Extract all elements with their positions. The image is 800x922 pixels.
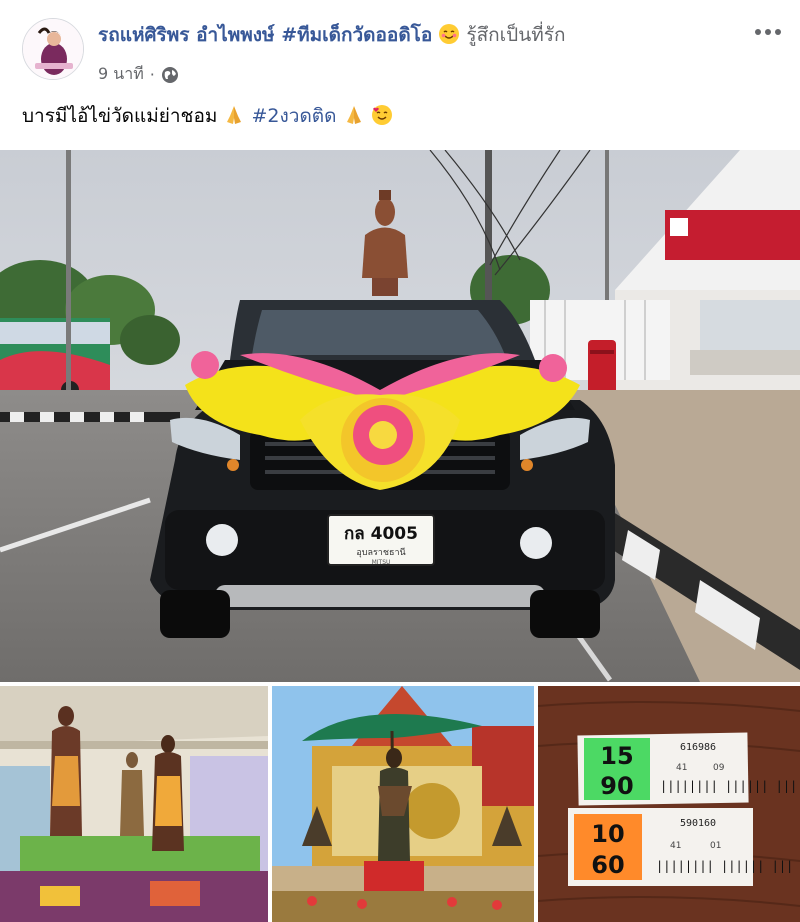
feeling-text: รู้สึกเป็นที่รัก xyxy=(466,24,566,46)
ticket2-big-top: 10 xyxy=(591,820,624,848)
author-line: รถแห่ศิริพร อำไพพงษ์ #ทีมเด็กวัดออดิโอ ร… xyxy=(98,22,565,48)
plate-number: กล 4005 xyxy=(344,524,418,544)
more-dot xyxy=(765,29,771,35)
truck-photo: กล 4005 อุบลราชธานี MITSU xyxy=(0,150,800,682)
ticket1-big-bottom: 90 xyxy=(600,772,633,800)
folded-hands-icon xyxy=(227,106,242,124)
post-body: บารมีไอ้ไข่วัดแม่ย่าชอม xyxy=(22,105,218,127)
main-photo[interactable]: กล 4005 อุบลราชธานี MITSU xyxy=(0,150,800,682)
author-name[interactable]: รถแห่ศิริพร อำไพพงษ์ #ทีมเด็กวัดออดิโอ xyxy=(98,24,432,46)
folded-hands-icon xyxy=(346,106,361,124)
meta-separator: · xyxy=(149,65,155,84)
smiling-face-with-hearts-icon xyxy=(439,24,460,44)
ticket1-group: 41 xyxy=(676,763,687,773)
temple-statue-photo[interactable] xyxy=(272,686,534,922)
author-avatar[interactable] xyxy=(22,18,84,80)
ticket2-big-bottom: 60 xyxy=(591,851,624,879)
ticket1-barcode: |||||||| |||||| ||| xyxy=(660,779,797,793)
lottery-image: 15 90 616986 41 09 |||||||| |||||| ||| 1… xyxy=(538,686,800,922)
lottery-photo[interactable]: 15 90 616986 41 09 |||||||| |||||| ||| 1… xyxy=(538,686,800,922)
post-timestamp[interactable]: 9 นาที xyxy=(98,62,144,87)
shrine-photo[interactable] xyxy=(0,686,268,922)
post-text: บารมีไอ้ไข่วัดแม่ย่าชอม #2งวดติด xyxy=(22,102,393,130)
ticket2-barcode: |||||||| |||||| ||| xyxy=(656,859,793,873)
temple-image xyxy=(272,686,534,922)
ticket1-serial: 616986 xyxy=(680,742,716,753)
post-hashtag[interactable]: #2งวดติด xyxy=(251,105,336,127)
smiling-face-with-hearts-icon xyxy=(371,105,392,125)
ticket2-serial: 590160 xyxy=(680,818,716,829)
plate-frame-text: MITSU xyxy=(372,559,391,566)
post-meta: 9 นาที · xyxy=(98,62,179,87)
plate-province: อุบลราชธานี xyxy=(356,547,405,558)
more-dot xyxy=(755,29,761,35)
shrine-image xyxy=(0,686,268,922)
photo-grid: 15 90 616986 41 09 |||||||| |||||| ||| 1… xyxy=(0,686,800,922)
ticket2-group: 41 xyxy=(670,841,681,851)
ticket1-big-top: 15 xyxy=(600,742,633,770)
ticket1-set: 09 xyxy=(713,763,725,773)
post-header: รถแห่ศิริพร อำไพพงษ์ #ทีมเด็กวัดออดิโอ ร… xyxy=(0,0,800,92)
globe-icon[interactable] xyxy=(161,66,179,84)
more-dot xyxy=(775,29,781,35)
more-options-button[interactable] xyxy=(748,18,788,46)
avatar-image xyxy=(23,19,83,79)
ticket2-set: 01 xyxy=(710,841,721,851)
